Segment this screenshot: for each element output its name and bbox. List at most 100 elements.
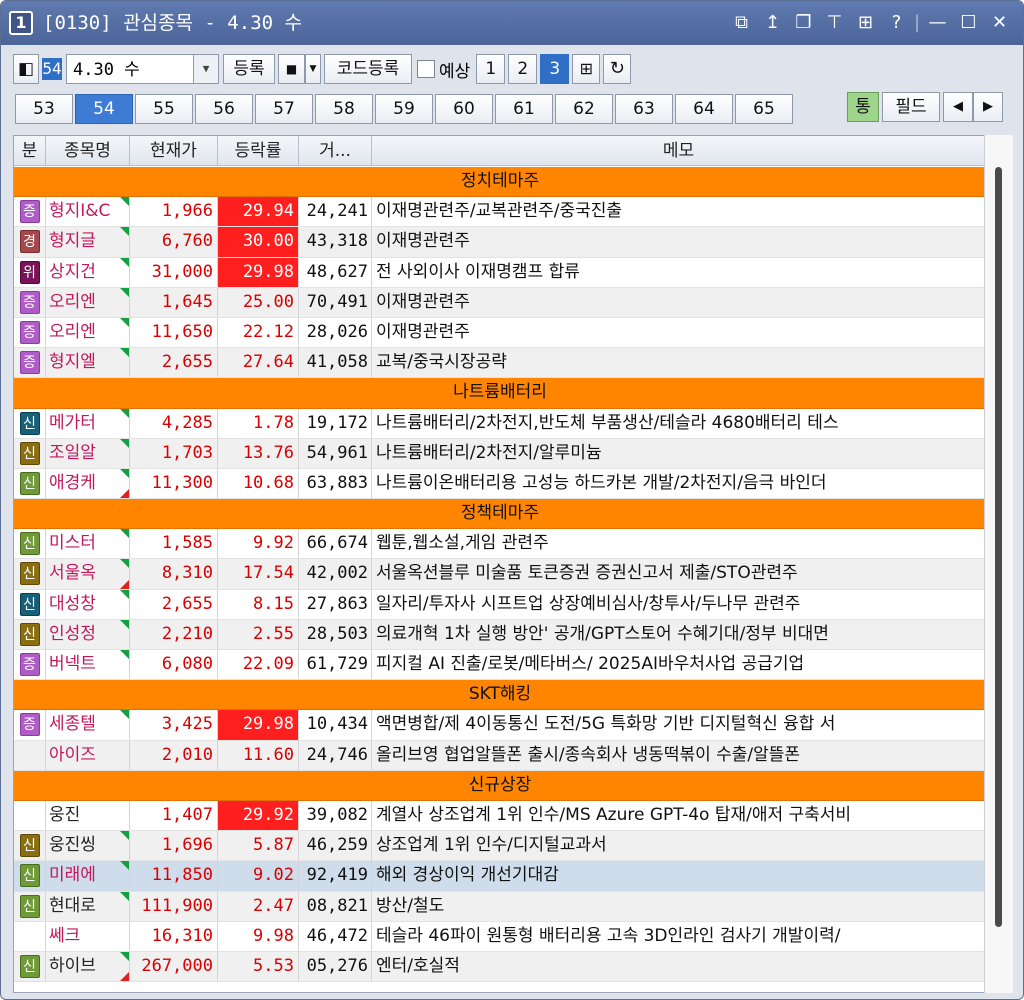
memo-cell[interactable]: 방산/철도 [372, 891, 986, 921]
table-row[interactable]: 증 형지엘 2,655 27.64 41,058 교복/중국시장공략 [14, 348, 986, 379]
memo-cell[interactable]: 나트륨배터리/2차전지/알루미늄 [372, 438, 986, 468]
group-select[interactable]: 4.30 수 ▼ [66, 54, 219, 84]
tab-58[interactable]: 58 [315, 94, 373, 124]
tab-59[interactable]: 59 [375, 94, 433, 124]
table-row[interactable]: 위 상지건 31,000 29.98 48,627 전 사외이사 이재명캠프 합류 [14, 257, 986, 288]
stock-name-cell[interactable]: 애경케 [46, 468, 130, 499]
table-row[interactable]: 신 현대로 111,900 2.47 08,821 방산/철도 [14, 891, 986, 922]
maximize-icon[interactable]: ☐ [953, 9, 984, 37]
vertical-scrollbar[interactable] [984, 135, 1013, 993]
header-volume[interactable]: 거... [299, 136, 372, 165]
tab-62[interactable]: 62 [555, 94, 613, 124]
stock-name-cell[interactable]: 버넥트 [46, 650, 130, 680]
code-register-button[interactable]: 코드등록 [324, 54, 412, 84]
stock-name-cell[interactable]: 쎄크 [46, 921, 130, 951]
memo-cell[interactable]: 일자리/투자사 시프트업 상장예비심사/창투사/두나무 관련주 [372, 589, 986, 619]
forecast-checkbox[interactable] [417, 60, 435, 78]
table-row[interactable]: 증 오리엔 1,645 25.00 70,491 이재명관련주 [14, 287, 986, 318]
tab-57[interactable]: 57 [255, 94, 313, 124]
table-row[interactable]: 신 조일알 1,703 13.76 54,961 나트륨배터리/2차전지/알루미늄 [14, 438, 986, 469]
memo-cell[interactable]: 이재명관련주 [372, 287, 986, 317]
minimize-icon[interactable]: — [922, 9, 953, 37]
stock-name-cell[interactable]: 형지엘 [46, 348, 130, 378]
stock-name-cell[interactable]: 조일알 [46, 438, 130, 468]
tab-54[interactable]: 54 [75, 94, 133, 124]
memo-cell[interactable]: 이재명관련주/교복관련주/중국진출 [372, 197, 986, 227]
memo-cell[interactable]: 이재명관련주 [372, 317, 986, 348]
memo-cell[interactable]: 나트륨배터리/2차전지,반도체 부품생산/테슬라 4680배터리 테스 [372, 408, 986, 438]
stock-name-cell[interactable]: 미스터 [46, 529, 130, 559]
memo-cell[interactable]: 테슬라 46파이 원통형 배터리용 고속 3D인라인 검사기 개발이력/ [372, 921, 986, 951]
tab-53[interactable]: 53 [15, 94, 73, 124]
stock-name-cell[interactable]: 형지글 [46, 227, 130, 257]
panel-toggle-icon[interactable]: ◧ [13, 54, 39, 84]
memo-cell[interactable]: 엔터/호실적 [372, 951, 986, 982]
pin-icon[interactable]: ⊤ [819, 9, 850, 37]
table-row[interactable]: 신 대성창 2,655 8.15 27,863 일자리/투자사 시프트업 상장예비심사/창… [14, 589, 986, 620]
grid-icon[interactable]: ⊞ [850, 9, 881, 37]
title-bar[interactable]: 1 [0130] 관심종목 - 4.30 수 ⧉ ↥ ❐ ⊤ ⊞ ? | — ☐… [1, 1, 1023, 45]
stock-name-cell[interactable]: 웅진씽 [46, 831, 130, 861]
pin-up-icon[interactable]: ↥ [757, 9, 788, 37]
table-row[interactable]: 아이즈 2,010 11.60 24,746 올리브영 협업알뜰폰 출시/종속회사 냉동… [14, 740, 986, 771]
stop-icon[interactable]: ■ [278, 54, 305, 84]
memo-cell[interactable]: 웹툰,웹소설,게임 관련주 [372, 529, 986, 559]
memo-cell[interactable]: 계열사 상조업계 1위 인수/MS Azure GPT-4o 탑재/애저 구축서… [372, 800, 986, 831]
group-header-row[interactable]: 신규상장 [14, 770, 986, 801]
memo-cell[interactable]: 피지컬 AI 진출/로봇/메타버스/ 2025AI바우처사업 공급기업 [372, 650, 986, 680]
table-row[interactable]: 신 미래에 11,850 9.02 92,419 해외 경상이익 개선기대감 [14, 861, 986, 892]
table-row[interactable]: 신 서울옥 8,310 17.54 42,002 서울옥션블루 미술품 토큰증권 증권신고… [14, 559, 986, 590]
tab-64[interactable]: 64 [675, 94, 733, 124]
group-number[interactable]: 54 [42, 58, 62, 80]
group-header-row[interactable]: 정치테마주 [14, 167, 986, 198]
stock-name-cell[interactable]: 현대로 [46, 891, 130, 921]
tong-button[interactable]: 통 [847, 92, 879, 122]
header-name[interactable]: 종목명 [46, 136, 130, 165]
table-row[interactable]: 신 인성정 2,210 2.55 28,503 의료개혁 1차 실행 방안' 공개/GPT… [14, 619, 986, 650]
table-row[interactable]: 웅진 1,407 29.92 39,082 계열사 상조업계 1위 인수/MS Azur… [14, 800, 986, 832]
stock-name-cell[interactable]: 오리엔 [46, 317, 130, 348]
field-button[interactable]: 필드 [882, 92, 940, 122]
prev-arrow-icon[interactable]: ◀ [943, 92, 973, 122]
memo-cell[interactable]: 올리브영 협업알뜰폰 출시/종속회사 냉동떡볶이 수출/알뜰폰 [372, 740, 986, 770]
stock-name-cell[interactable]: 하이브 [46, 951, 130, 982]
table-row[interactable]: 증 오리엔 11,650 22.12 28,026 이재명관련주 [14, 317, 986, 349]
chevron-down-icon[interactable]: ▼ [193, 55, 218, 83]
memo-cell[interactable]: 전 사외이사 이재명캠프 합류 [372, 257, 986, 287]
tab-56[interactable]: 56 [195, 94, 253, 124]
table-row[interactable]: 신 미스터 1,585 9.92 66,674 웹툰,웹소설,게임 관련주 [14, 529, 986, 560]
stock-name-cell[interactable]: 대성창 [46, 589, 130, 619]
stock-name-cell[interactable]: 서울옥 [46, 559, 130, 589]
stock-name-cell[interactable]: 메가터 [46, 408, 130, 438]
table-row[interactable]: 증 세종텔 3,425 29.98 10,434 액면병합/제 4이동통신 도전/5G 특… [14, 710, 986, 741]
page-button-2[interactable]: 2 [508, 54, 538, 84]
chevron-down-icon[interactable]: ▼ [305, 54, 321, 84]
page-button-3[interactable]: 3 [540, 54, 570, 84]
memo-cell[interactable]: 해외 경상이익 개선기대감 [372, 861, 986, 891]
export-icon[interactable]: ⊞ [572, 54, 601, 84]
table-row[interactable]: 경 형지글 6,760 30.00 43,318 이재명관련주 [14, 227, 986, 258]
stock-name-cell[interactable]: 세종텔 [46, 710, 130, 740]
stock-name-cell[interactable]: 인성정 [46, 619, 130, 649]
header-rate[interactable]: 등락률 [218, 136, 299, 165]
table-row[interactable]: 증 형지I&C 1,966 29.94 24,241 이재명관련주/교복관련주/중국진출 [14, 197, 986, 228]
tab-55[interactable]: 55 [135, 94, 193, 124]
stock-name-cell[interactable]: 형지I&C [46, 197, 130, 227]
register-button[interactable]: 등록 [223, 54, 275, 84]
memo-cell[interactable]: 서울옥션블루 미술품 토큰증권 증권신고서 제출/STO관련주 [372, 559, 986, 589]
tab-65[interactable]: 65 [735, 94, 793, 124]
memo-cell[interactable]: 의료개혁 1차 실행 방안' 공개/GPT스토어 수혜기대/정부 비대면 [372, 619, 986, 649]
tab-61[interactable]: 61 [495, 94, 553, 124]
memo-cell[interactable]: 이재명관련주 [372, 227, 986, 257]
next-arrow-icon[interactable]: ▶ [973, 92, 1003, 122]
table-row[interactable]: 신 웅진씽 1,696 5.87 46,259 상조업계 1위 인수/디지털교과서 [14, 831, 986, 862]
header-memo[interactable]: 메모 [372, 136, 986, 165]
table-row[interactable]: 신 애경케 11,300 10.68 63,883 나트륨이온배터리용 고성능 하드카본 … [14, 468, 986, 500]
header-price[interactable]: 현재가 [130, 136, 218, 165]
stock-name-cell[interactable]: 미래에 [46, 861, 130, 891]
table-row[interactable]: 쎄크 16,310 9.98 46,472 테슬라 46파이 원통형 배터리용 고속 3… [14, 921, 986, 952]
memo-cell[interactable]: 액면병합/제 4이동통신 도전/5G 특화망 기반 디지털혁신 융합 서 [372, 710, 986, 740]
stock-name-cell[interactable]: 상지건 [46, 257, 130, 287]
header-cat[interactable]: 분 [14, 136, 46, 165]
stock-name-cell[interactable]: 아이즈 [46, 740, 130, 770]
